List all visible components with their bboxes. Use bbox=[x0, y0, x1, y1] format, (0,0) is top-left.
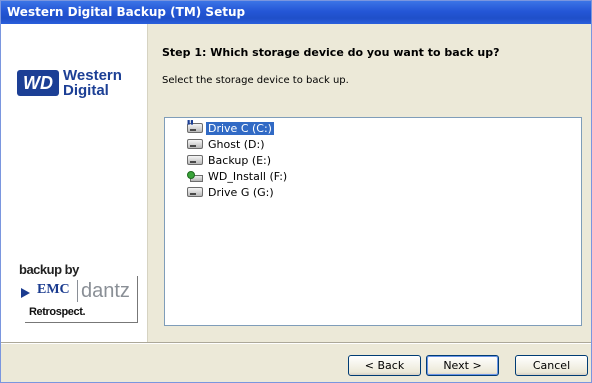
drive-label: Ghost (D:) bbox=[208, 138, 265, 151]
step-description: Select the storage device to back up. bbox=[162, 75, 349, 86]
main-panel: Step 1: Which storage device do you want… bbox=[148, 24, 591, 342]
button-bar-separator bbox=[1, 342, 591, 344]
emc-text: EMC bbox=[37, 282, 70, 297]
hard-drive-icon bbox=[187, 187, 203, 197]
wd-logo-badge: WD bbox=[17, 70, 59, 96]
hard-drive-icon bbox=[187, 155, 203, 165]
system-drive-icon: ▮▮ bbox=[187, 120, 203, 133]
sidebar-panel: WD Western Digital backup by EMC dantz R… bbox=[1, 24, 148, 342]
drive-label: Drive G (G:) bbox=[208, 186, 274, 199]
backup-by-text: backup by bbox=[19, 262, 79, 277]
drive-label: Backup (E:) bbox=[208, 154, 272, 167]
drive-item-f[interactable]: WD_Install (F:) bbox=[187, 169, 581, 185]
step-title: Step 1: Which storage device do you want… bbox=[162, 46, 500, 59]
next-button[interactable]: Next > bbox=[426, 355, 499, 376]
retrospect-text: Retrospect. bbox=[29, 306, 86, 318]
backup-by-logo: backup by EMC dantz Retrospect. bbox=[19, 262, 139, 326]
wd-logo-line2: Digital bbox=[63, 82, 109, 99]
window-title: Western Digital Backup (TM) Setup bbox=[1, 1, 591, 24]
western-digital-logo: WD Western Digital bbox=[17, 66, 135, 100]
drive-item-c[interactable]: ▮▮ Drive C (C:) bbox=[187, 120, 581, 137]
wd-logo-line1: Western bbox=[63, 67, 122, 84]
arrow-icon bbox=[21, 288, 30, 298]
drive-list[interactable]: ▮▮ Drive C (C:) Ghost (D:) Backup (E:) WD… bbox=[164, 117, 582, 326]
drive-label: Drive C (C:) bbox=[206, 122, 274, 135]
drive-label: WD_Install (F:) bbox=[208, 170, 288, 183]
cancel-button[interactable]: Cancel bbox=[515, 355, 588, 376]
wd-logo-text: Western Digital bbox=[63, 68, 137, 98]
drive-item-e[interactable]: Backup (E:) bbox=[187, 153, 581, 169]
dantz-text: dantz bbox=[77, 280, 130, 302]
hard-drive-icon bbox=[187, 139, 203, 149]
drive-item-d[interactable]: Ghost (D:) bbox=[187, 137, 581, 153]
back-button[interactable]: < Back bbox=[348, 355, 421, 376]
setup-window: Western Digital Backup (TM) Setup WD Wes… bbox=[0, 0, 592, 383]
network-drive-icon bbox=[187, 170, 203, 182]
drive-item-g[interactable]: Drive G (G:) bbox=[187, 185, 581, 201]
